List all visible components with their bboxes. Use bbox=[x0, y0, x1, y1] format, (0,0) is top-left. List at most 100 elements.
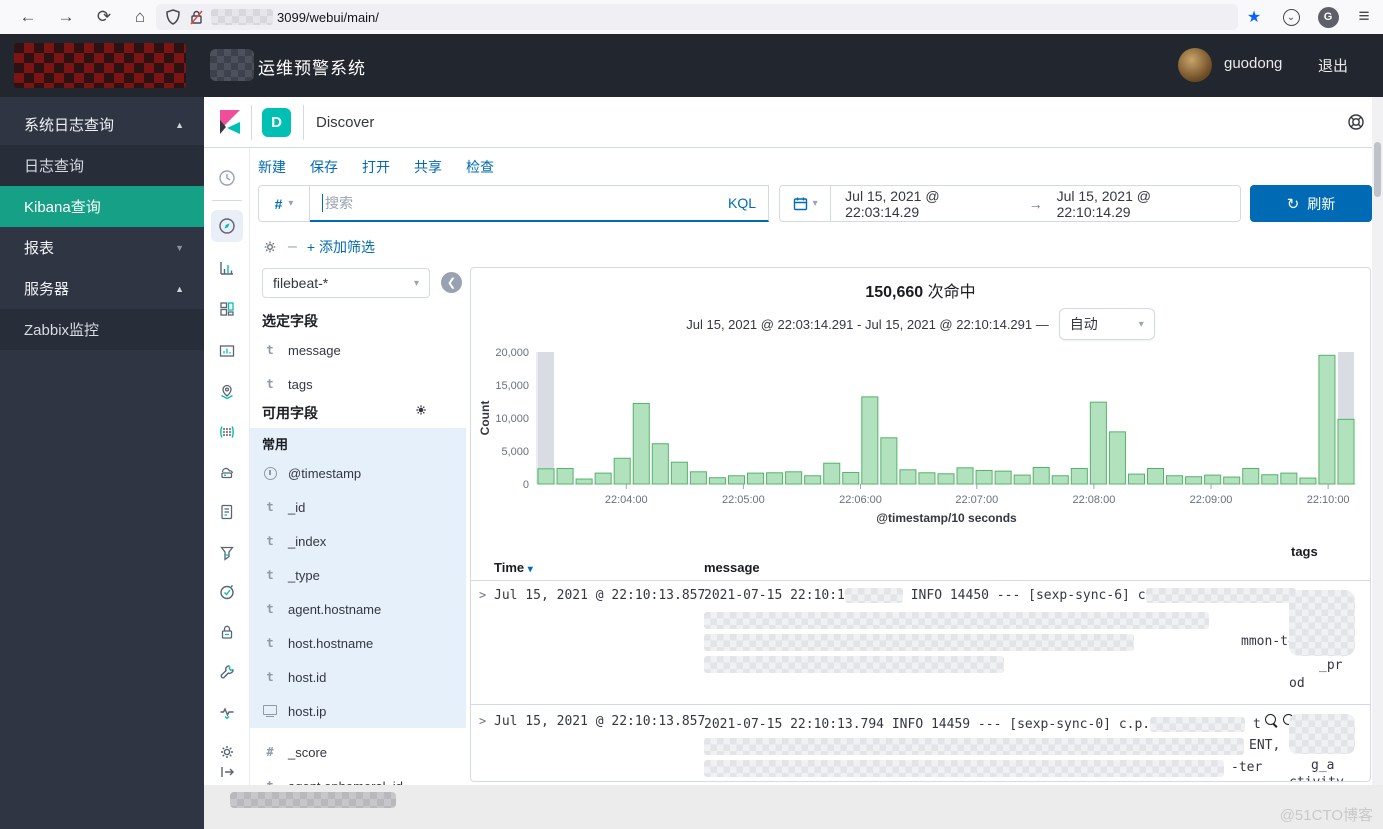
histogram-bar[interactable] bbox=[1262, 475, 1278, 484]
expand-row-icon[interactable]: > bbox=[479, 714, 486, 728]
histogram-bar[interactable] bbox=[1224, 477, 1240, 484]
shield-icon[interactable] bbox=[166, 9, 180, 25]
logout-button[interactable]: 退出 bbox=[1318, 55, 1348, 76]
sidebar-item-zabbix[interactable]: Zabbix监控 bbox=[0, 309, 204, 350]
histogram-bar[interactable] bbox=[1090, 402, 1106, 484]
inspect-button[interactable]: 检查 bbox=[466, 157, 494, 177]
avatar[interactable] bbox=[1178, 48, 1212, 82]
date-from[interactable]: Jul 15, 2021 @ 22:03:14.29 bbox=[831, 188, 1028, 220]
histogram-bar[interactable] bbox=[976, 470, 992, 484]
add-filter-link[interactable]: + 添加筛选 bbox=[307, 237, 375, 257]
histogram-bar[interactable] bbox=[652, 444, 668, 484]
time-column-header[interactable]: Time ▾ bbox=[494, 560, 533, 575]
histogram-bar[interactable] bbox=[919, 473, 935, 484]
sidebar-item-kibana-query[interactable]: Kibana查询 bbox=[0, 186, 204, 227]
histogram-bar[interactable] bbox=[595, 473, 611, 484]
profile-icon[interactable]: G bbox=[1314, 3, 1342, 31]
field-item-message[interactable]: tmessage bbox=[262, 333, 458, 367]
histogram-bar[interactable] bbox=[805, 476, 821, 484]
histogram-bar[interactable] bbox=[1243, 468, 1259, 484]
security-lock-icon[interactable] bbox=[211, 616, 243, 648]
date-to[interactable]: Jul 15, 2021 @ 22:10:14.29 bbox=[1043, 188, 1240, 220]
zoom-in-icon[interactable] bbox=[1265, 714, 1279, 728]
histogram-bar[interactable] bbox=[1205, 475, 1221, 484]
histogram-bar[interactable] bbox=[1147, 468, 1163, 484]
sidebar-item-log-query[interactable]: 日志查询 bbox=[0, 145, 204, 186]
histogram-bar[interactable] bbox=[786, 472, 802, 484]
field-item-host.id[interactable]: thost.id bbox=[262, 660, 458, 694]
date-range-picker[interactable]: ▾ Jul 15, 2021 @ 22:03:14.29 → Jul 15, 2… bbox=[779, 185, 1241, 222]
kibana-logo-icon[interactable] bbox=[216, 108, 244, 136]
apm-cloud-icon[interactable] bbox=[211, 456, 243, 488]
discover-app-badge[interactable]: D bbox=[262, 108, 291, 137]
home-icon[interactable]: ⌂ bbox=[126, 3, 154, 31]
histogram-bar[interactable] bbox=[995, 471, 1011, 484]
histogram-bar[interactable] bbox=[1186, 477, 1202, 484]
browser-menu-icon[interactable]: ≡ bbox=[1350, 3, 1378, 31]
collapse-nav-icon[interactable] bbox=[211, 756, 243, 788]
field-item-_id[interactable]: t_id bbox=[262, 490, 458, 524]
histogram-bar[interactable] bbox=[1014, 475, 1030, 484]
field-settings-gear-icon[interactable] bbox=[414, 403, 428, 417]
histogram-bar[interactable] bbox=[557, 468, 573, 484]
histogram-bar[interactable] bbox=[728, 476, 744, 484]
kql-label[interactable]: KQL bbox=[728, 195, 756, 211]
field-item-_type[interactable]: t_type bbox=[262, 558, 458, 592]
histogram-bar[interactable] bbox=[1052, 476, 1068, 484]
histogram-bar[interactable] bbox=[748, 473, 764, 484]
histogram-bar[interactable] bbox=[1167, 476, 1183, 484]
field-item-_index[interactable]: t_index bbox=[262, 524, 458, 558]
histogram-bar[interactable] bbox=[709, 478, 725, 484]
logs-icon[interactable] bbox=[211, 496, 243, 528]
histogram-bar[interactable] bbox=[538, 469, 554, 484]
histogram-bar[interactable] bbox=[938, 474, 954, 484]
field-item-@timestamp[interactable]: @timestamp bbox=[262, 456, 458, 490]
sidebar-item-reports[interactable]: 报表 ▼ bbox=[0, 227, 204, 268]
histogram-bar[interactable] bbox=[1338, 419, 1354, 484]
canvas-icon[interactable] bbox=[211, 335, 243, 367]
field-item-host.hostname[interactable]: thost.hostname bbox=[262, 626, 458, 660]
histogram-bar[interactable] bbox=[576, 479, 592, 484]
expand-row-icon[interactable]: > bbox=[479, 588, 486, 602]
histogram-bar[interactable] bbox=[767, 473, 783, 484]
open-button[interactable]: 打开 bbox=[362, 157, 390, 177]
sidebar-item-servers[interactable]: 服务器 ▲ bbox=[0, 268, 204, 309]
filter-settings-gear-icon[interactable] bbox=[262, 239, 278, 255]
maps-icon[interactable] bbox=[211, 376, 243, 408]
sidebar-item-syslog-group[interactable]: 系统日志查询 ▲ bbox=[0, 104, 204, 145]
refresh-button[interactable]: ↻ 刷新 bbox=[1250, 185, 1372, 222]
histogram-bar[interactable] bbox=[690, 472, 706, 484]
histogram-bar[interactable] bbox=[671, 462, 687, 484]
histogram-bar[interactable] bbox=[843, 472, 859, 484]
histogram-bar[interactable] bbox=[1071, 468, 1087, 484]
histogram-bar[interactable] bbox=[1281, 473, 1297, 484]
reload-icon[interactable]: ⟳ bbox=[90, 3, 118, 31]
saved-query-dropdown[interactable]: # ▾ bbox=[258, 185, 310, 222]
histogram-bar[interactable] bbox=[1109, 432, 1125, 484]
histogram-bar[interactable] bbox=[1128, 474, 1144, 484]
new-button[interactable]: 新建 bbox=[258, 157, 286, 177]
metrics-icon[interactable] bbox=[211, 537, 243, 569]
forward-icon[interactable]: → bbox=[52, 3, 80, 31]
help-icon[interactable] bbox=[1347, 113, 1365, 131]
index-pattern-select[interactable]: filebeat-* ▾ bbox=[262, 268, 430, 298]
histogram-bar[interactable] bbox=[1033, 468, 1049, 485]
url-bar[interactable]: 3099/webui/main/ bbox=[156, 4, 1238, 30]
pocket-icon[interactable]: ⌄ bbox=[1277, 3, 1305, 31]
field-item-_score[interactable]: #_score bbox=[262, 735, 458, 769]
field-item-host.ip[interactable]: host.ip bbox=[262, 694, 458, 728]
recent-clock-icon[interactable] bbox=[211, 162, 243, 194]
histogram-bar[interactable] bbox=[957, 468, 973, 484]
scrollbar-thumb[interactable] bbox=[1374, 142, 1381, 197]
bookmark-star-icon[interactable]: ★ bbox=[1240, 3, 1268, 31]
histogram-bar[interactable] bbox=[1300, 478, 1316, 484]
calendar-button[interactable]: ▾ bbox=[780, 186, 831, 221]
back-icon[interactable]: ← bbox=[14, 3, 42, 31]
histogram-bar[interactable] bbox=[633, 403, 649, 484]
scrollbar[interactable] bbox=[1372, 97, 1383, 785]
histogram-chart[interactable]: 05,00010,00015,00020,00022:04:0022:05:00… bbox=[475, 346, 1368, 528]
uptime-icon[interactable] bbox=[211, 576, 243, 608]
sort-desc-icon[interactable]: ▾ bbox=[528, 564, 533, 575]
save-button[interactable]: 保存 bbox=[310, 157, 338, 177]
collapse-sidebar-button[interactable]: ❮ bbox=[441, 272, 462, 293]
